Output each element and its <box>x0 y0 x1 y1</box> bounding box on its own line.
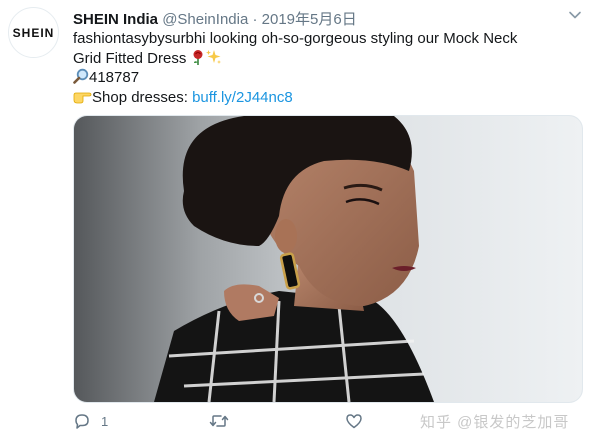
separator-dot: · <box>252 11 258 28</box>
tweet-header: SHEIN India @SheinIndia · 2019年5月6日 <box>73 8 357 29</box>
tweet-line-3-text: 418787 <box>89 69 140 86</box>
chevron-down-icon[interactable] <box>566 6 584 24</box>
tweet-date[interactable]: 2019年5月6日 <box>262 11 357 28</box>
watermark: 知乎 @银发的芝加哥 <box>420 414 570 431</box>
user-handle[interactable]: @SheinIndia <box>162 11 248 28</box>
tweet-line-2-text: Grid Fitted Dress <box>73 49 191 67</box>
like-button[interactable] <box>345 412 373 430</box>
photo-image <box>74 116 582 402</box>
tweet-line-2: Grid Fitted Dress <box>73 49 573 69</box>
tweet-link[interactable]: buff.ly/2J44nc8 <box>192 89 293 106</box>
reply-count: 1 <box>101 413 109 429</box>
sparkles-icon <box>205 49 221 64</box>
tweet-line-1: fashiontasybysurbhi looking oh-so-gorgeo… <box>73 30 518 47</box>
avatar[interactable]: SHEIN <box>8 7 59 58</box>
tweet-line-4: Shop dresses: buff.ly/2J44nc8 <box>73 88 573 108</box>
retweet-button[interactable] <box>209 412 239 430</box>
heart-icon <box>346 414 362 429</box>
tweet-text: fashiontasybysurbhi looking oh-so-gorgeo… <box>73 30 573 107</box>
tweet-line-3: 418787 <box>73 68 573 88</box>
retweet-icon <box>209 415 229 427</box>
tweet-photo[interactable] <box>73 115 583 403</box>
display-name[interactable]: SHEIN India <box>73 11 158 28</box>
magnifier-icon <box>73 68 89 84</box>
reply-icon <box>75 414 89 429</box>
rose-icon <box>193 49 203 65</box>
pointing-hand-icon <box>73 92 92 103</box>
reply-button[interactable]: 1 <box>73 412 108 430</box>
avatar-logo-text: SHEIN <box>12 25 55 40</box>
tweet-line-4-text: Shop dresses: <box>92 88 193 106</box>
